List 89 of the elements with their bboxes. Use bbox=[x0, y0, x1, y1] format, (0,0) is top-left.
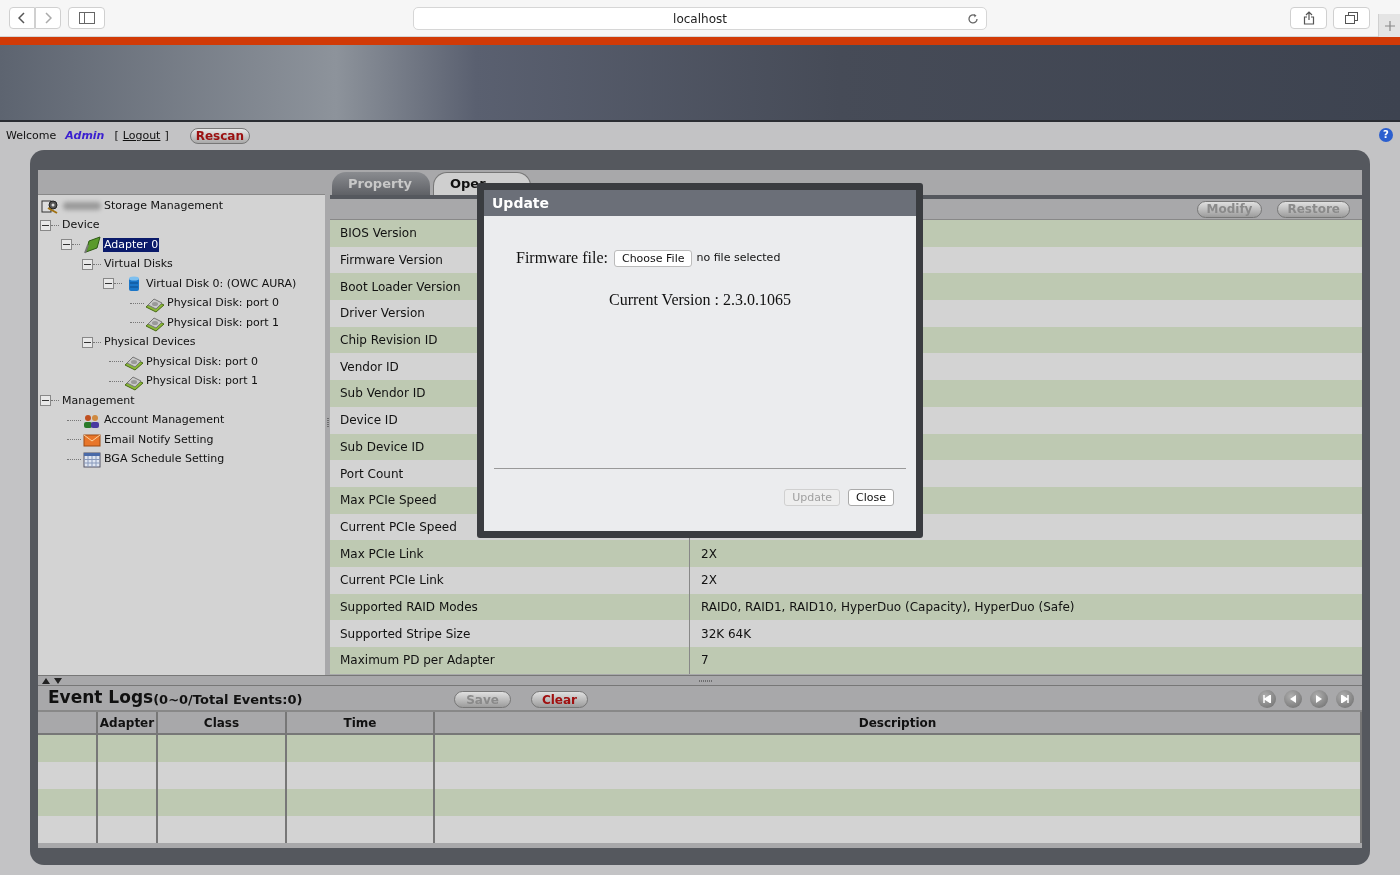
tree-item[interactable]: Account Management bbox=[103, 413, 226, 428]
sidebar-icon bbox=[78, 12, 95, 24]
calendar-icon bbox=[82, 449, 102, 469]
tabs-button[interactable] bbox=[1333, 7, 1370, 29]
column-header: Adapter bbox=[99, 714, 155, 732]
property-label: Max PCIe Speed bbox=[340, 492, 437, 510]
collapse-arrows-icon bbox=[42, 677, 64, 684]
collapse-toggle[interactable] bbox=[82, 336, 93, 348]
property-value: 32K 64K bbox=[701, 625, 752, 643]
collapse-toggle[interactable] bbox=[82, 258, 93, 270]
dialog-title: Update bbox=[484, 190, 916, 216]
dialog-button[interactable]: Close bbox=[848, 489, 894, 506]
property-label: Vendor ID bbox=[340, 358, 399, 376]
field-label: Firmware file: bbox=[516, 248, 608, 268]
collapse-toggle[interactable] bbox=[103, 278, 114, 290]
collapse-toggle[interactable] bbox=[61, 239, 72, 251]
property-label: Max PCIe Link bbox=[340, 545, 424, 563]
property-label: Boot Loader Version bbox=[340, 278, 461, 296]
last-page-icon bbox=[1341, 695, 1349, 703]
back-button[interactable] bbox=[9, 7, 35, 29]
property-value: 2X bbox=[701, 545, 717, 563]
property-label: Sub Device ID bbox=[340, 438, 425, 456]
current-version: Current Version : 2.3.0.1065 bbox=[609, 290, 791, 310]
bracket-text: ] bbox=[164, 127, 169, 144]
tabs-icon bbox=[1345, 12, 1358, 24]
event-count: (0~0/Total Events:0) bbox=[153, 691, 303, 709]
log-button[interactable]: Clear bbox=[531, 691, 588, 708]
property-label: Current PCIe Link bbox=[340, 572, 444, 590]
property-label: Driver Version bbox=[340, 305, 425, 323]
logout-link[interactable]: Logout bbox=[122, 127, 161, 145]
property-value: RAID0, RAID1, RAID10, HyperDuo (Capacity), HyperDuo (Safe) bbox=[701, 598, 1075, 616]
property-value: 2X bbox=[701, 572, 717, 590]
tree-item[interactable]: Physical Disk: port 1 bbox=[145, 374, 260, 389]
splitter-handle-icon bbox=[326, 417, 329, 428]
choose-file-button[interactable]: Choose File bbox=[613, 249, 693, 267]
tree-item[interactable]: Virtual Disks bbox=[103, 257, 174, 272]
tree-item[interactable]: Physical Disk: port 0 bbox=[166, 296, 281, 311]
first-page-button[interactable] bbox=[1258, 690, 1276, 708]
file-status: no file selected bbox=[696, 249, 781, 266]
welcome-text: Welcome bbox=[6, 127, 57, 144]
tree-item[interactable]: Management bbox=[61, 393, 136, 408]
previous-page-button[interactable] bbox=[1284, 690, 1302, 708]
property-label: Current PCIe Speed bbox=[340, 518, 457, 536]
bracket-text: [ bbox=[114, 127, 119, 144]
url-text: localhost bbox=[673, 10, 727, 28]
splitter-handle-icon bbox=[699, 679, 713, 682]
next-page-button[interactable] bbox=[1310, 690, 1328, 708]
back-icon bbox=[18, 12, 26, 24]
tree-item[interactable]: Device bbox=[61, 218, 101, 233]
collapse-toggle[interactable] bbox=[40, 219, 51, 231]
reload-icon bbox=[967, 13, 979, 25]
blurred-text bbox=[63, 201, 101, 210]
column-header: Time bbox=[343, 714, 377, 732]
property-label: Device ID bbox=[340, 412, 398, 430]
property-label: Firmware Version bbox=[340, 252, 443, 270]
tree-item[interactable]: Physical Devices bbox=[103, 335, 197, 350]
user-name: Admin bbox=[65, 127, 105, 144]
collapse-toggle[interactable] bbox=[40, 395, 51, 407]
last-page-button[interactable] bbox=[1336, 690, 1354, 708]
tree-item[interactable]: Email Notify Setting bbox=[103, 432, 215, 447]
column-header: Class bbox=[203, 714, 240, 732]
property-label: Maximum PD per Adapter bbox=[340, 652, 495, 670]
first-page-icon bbox=[1263, 695, 1271, 703]
plus-icon bbox=[1384, 20, 1395, 31]
column-header: Description bbox=[858, 714, 937, 732]
property-value: 7 bbox=[701, 652, 709, 670]
tree-item[interactable]: BGA Schedule Setting bbox=[103, 452, 226, 467]
forward-icon bbox=[44, 12, 52, 24]
property-label: Supported RAID Modes bbox=[340, 598, 478, 616]
property-label: Port Count bbox=[340, 465, 404, 483]
tree-item[interactable]: Virtual Disk 0: (OWC AURA) bbox=[145, 276, 298, 291]
next-page-icon bbox=[1315, 695, 1323, 703]
tree-item[interactable]: Storage Management bbox=[103, 198, 224, 213]
previous-page-icon bbox=[1289, 695, 1297, 703]
property-label: Chip Revision ID bbox=[340, 332, 438, 350]
tree-item[interactable]: Physical Disk: port 1 bbox=[166, 315, 281, 330]
property-label: Sub Vendor ID bbox=[340, 385, 426, 403]
event-logs-title: Event Logs bbox=[48, 686, 154, 710]
help-button[interactable]: ? bbox=[1379, 128, 1393, 142]
address-bar[interactable]: localhost bbox=[413, 7, 987, 30]
tree-item[interactable]: Physical Disk: port 0 bbox=[145, 354, 260, 369]
share-button[interactable] bbox=[1290, 7, 1327, 29]
sidebar-button[interactable] bbox=[68, 7, 105, 29]
rescan-button[interactable]: Rescan bbox=[189, 128, 250, 144]
property-label: Supported Stripe Size bbox=[340, 625, 471, 643]
tree-item[interactable]: Adapter 0 bbox=[103, 237, 160, 252]
circuit-board-icon bbox=[82, 235, 102, 255]
property-label: BIOS Version bbox=[340, 225, 417, 243]
share-icon bbox=[1302, 11, 1315, 25]
